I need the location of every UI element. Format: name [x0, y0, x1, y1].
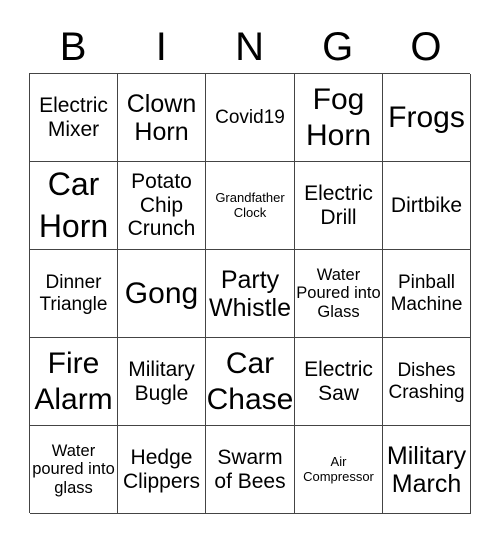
bingo-cell[interactable]: Grandfather Clock	[206, 162, 295, 250]
bingo-cell[interactable]: Potato Chip Crunch	[118, 162, 206, 250]
bingo-cell[interactable]: Car Horn	[30, 162, 118, 250]
header-letter-g: G	[322, 25, 354, 69]
bingo-cell[interactable]: Electric Drill	[295, 162, 383, 250]
bingo-cell[interactable]: Hedge Clippers	[118, 426, 206, 514]
bingo-cell[interactable]: Dishes Crashing	[383, 338, 471, 426]
bingo-cell[interactable]: Pinball Machine	[383, 250, 471, 338]
header-letter-o: O	[410, 25, 442, 69]
header-letter-b: B	[59, 25, 87, 69]
bingo-header: B I N G O	[29, 22, 470, 72]
bingo-cell[interactable]: Swarm of Bees	[206, 426, 295, 514]
bingo-cell[interactable]: Dinner Triangle	[30, 250, 118, 338]
bingo-cell[interactable]: Fog Horn	[295, 74, 383, 162]
bingo-cell[interactable]: Electric Mixer	[30, 74, 118, 162]
header-letter-i: I	[155, 25, 167, 69]
header-letter-n: N	[235, 25, 264, 69]
bingo-cell[interactable]: Covid19	[206, 74, 295, 162]
bingo-cell[interactable]: Military March	[383, 426, 471, 514]
bingo-cell[interactable]: Clown Horn	[118, 74, 206, 162]
bingo-cell[interactable]: Water Poured into Glass	[295, 250, 383, 338]
bingo-cell[interactable]: Dirtbike	[383, 162, 471, 250]
bingo-cell[interactable]: Electric Saw	[295, 338, 383, 426]
bingo-cell[interactable]: Air Compressor	[295, 426, 383, 514]
bingo-cell[interactable]: Water poured into glass	[30, 426, 118, 514]
bingo-cell[interactable]: Military Bugle	[118, 338, 206, 426]
bingo-cell[interactable]: Car Chase	[206, 338, 295, 426]
bingo-cell[interactable]: Fire Alarm	[30, 338, 118, 426]
bingo-grid: Electric Mixer Clown Horn Covid19 Fog Ho…	[29, 73, 471, 514]
bingo-cell[interactable]: Party Whistle	[206, 250, 295, 338]
bingo-cell[interactable]: Frogs	[383, 74, 471, 162]
bingo-cell[interactable]: Gong	[118, 250, 206, 338]
